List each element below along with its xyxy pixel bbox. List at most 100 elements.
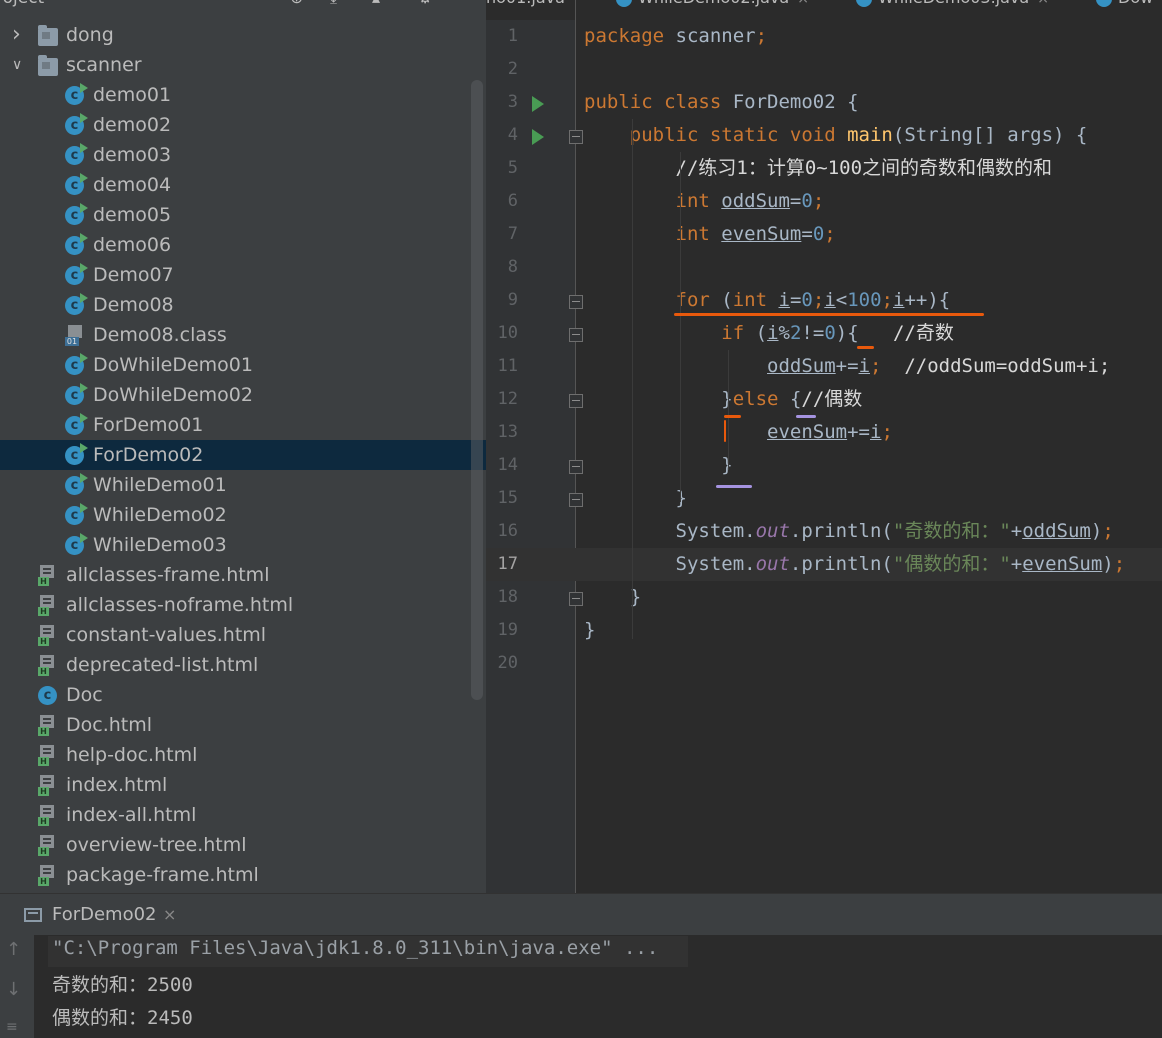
tree-item[interactable]: c WhileDemo01 xyxy=(0,470,486,500)
tree-item[interactable]: c demo05 xyxy=(0,200,486,230)
tree-item[interactable]: c demo04 xyxy=(0,170,486,200)
line-number: 5 xyxy=(507,158,518,178)
tree-item[interactable]: c demo02 xyxy=(0,110,486,140)
fold-icon[interactable] xyxy=(569,394,583,408)
expand-icon[interactable]: ▴ xyxy=(372,0,380,7)
code-line[interactable]: 19} xyxy=(486,614,1162,647)
code-token: } xyxy=(675,487,687,509)
tree-item[interactable]: Hoverview-tree.html xyxy=(0,830,486,860)
html-file-icon: H xyxy=(38,775,58,796)
code-token: "偶数的和：" xyxy=(892,553,1011,575)
tree-item[interactable]: c DoWhileDemo01 xyxy=(0,350,486,380)
run-gutter-icon[interactable] xyxy=(532,96,544,112)
code-line[interactable]: 10 if (i%2!=0){ //奇数 xyxy=(486,317,1162,350)
tree-item[interactable]: Hconstant-values.html xyxy=(0,620,486,650)
code-line[interactable]: 7 int evenSum=0; xyxy=(486,218,1162,251)
console-output[interactable]: "C:\Program Files\Java\jdk1.8.0_311\bin\… xyxy=(34,935,1162,1038)
fold-icon[interactable] xyxy=(569,592,583,606)
tree-item[interactable]: c Demo07 xyxy=(0,260,486,290)
code-line[interactable]: 5 //练习1：计算0~100之间的奇数和偶数的和 xyxy=(486,152,1162,185)
run-tab-label[interactable]: ForDemo02 xyxy=(52,904,157,925)
console-command: "C:\Program Files\Java\jdk1.8.0_311\bin\… xyxy=(52,937,659,959)
tree-item[interactable]: Hindex.html xyxy=(0,770,486,800)
code-line[interactable]: 2 xyxy=(486,53,1162,86)
code-token: ) xyxy=(1090,520,1103,542)
collapse-all-icon[interactable]: ⤓ xyxy=(330,0,337,8)
code-token: out xyxy=(755,520,790,542)
tree-item[interactable]: c WhileDemo03 xyxy=(0,530,486,560)
code-area[interactable]: 1 package scanner; 2 3 public class ForDemo0… xyxy=(486,20,1162,680)
tree-item[interactable]: Hdeprecated-list.html xyxy=(0,650,486,680)
run-gutter-icon[interactable] xyxy=(532,129,544,145)
close-icon[interactable]: × xyxy=(797,0,809,7)
tree-item[interactable]: c demo01 xyxy=(0,80,486,110)
tree-item[interactable]: Hpackage-frame.html xyxy=(0,860,486,890)
arrow-up-icon[interactable]: ↑ xyxy=(6,939,21,960)
tree-item[interactable]: 01 Demo08.class xyxy=(0,320,486,350)
project-scrollbar[interactable] xyxy=(471,80,483,700)
tree-item[interactable]: ∨ scanner xyxy=(0,50,486,80)
code-token: //奇数 xyxy=(892,322,954,344)
code-line[interactable]: 12 }else {//偶数 xyxy=(486,383,1162,416)
project-title: roject xyxy=(0,0,44,8)
tree-item[interactable]: c ForDemo02 xyxy=(0,440,486,470)
java-class-icon: c xyxy=(65,533,88,555)
code-token: += xyxy=(847,421,870,443)
code-text: if (i%2!=0){ //奇数 xyxy=(584,317,954,350)
fold-icon[interactable] xyxy=(569,328,583,342)
code-line[interactable]: 20 xyxy=(486,647,1162,680)
java-class-icon: c xyxy=(65,293,88,315)
code-line[interactable]: 16 System.out.println("奇数的和："+oddSum); xyxy=(486,515,1162,548)
fold-icon[interactable] xyxy=(569,295,583,309)
tree-item[interactable]: Hallclasses-frame.html xyxy=(0,560,486,590)
chevron-right-icon[interactable]: › xyxy=(12,20,26,50)
code-token: else xyxy=(732,388,790,410)
code-token: 0 xyxy=(801,190,813,212)
editor-tab[interactable]: no01.java xyxy=(486,0,565,7)
code-line[interactable]: 11 oddSum+=i; //oddSum=oddSum+i; xyxy=(486,350,1162,383)
code-line[interactable]: 8 xyxy=(486,251,1162,284)
tree-item[interactable]: Hhelp-doc.html xyxy=(0,740,486,770)
code-line[interactable]: 6 int oddSum=0; xyxy=(486,185,1162,218)
editor-tab[interactable]: WhileDemo02.java × xyxy=(616,0,809,7)
tree-item[interactable]: c demo06 xyxy=(0,230,486,260)
code-token: i xyxy=(778,289,790,311)
code-line[interactable]: 18 } xyxy=(486,581,1162,614)
code-token: 0 xyxy=(801,289,813,311)
tree-item[interactable]: c Doc xyxy=(0,680,486,710)
editor-tab[interactable]: WhileDemo03.java × xyxy=(856,0,1049,7)
tree-item[interactable]: c WhileDemo02 xyxy=(0,500,486,530)
tree-item[interactable]: H Doc.html xyxy=(0,710,486,740)
tree-item-label: Demo08.class xyxy=(93,324,227,346)
tree-item[interactable]: › dong xyxy=(0,20,486,50)
tree-item[interactable]: c ForDemo01 xyxy=(0,410,486,440)
folder-icon xyxy=(38,25,58,46)
tree-item[interactable]: Hindex-all.html xyxy=(0,800,486,830)
editor-tab[interactable]: Dow xyxy=(1096,0,1153,7)
code-line[interactable]: 14 } xyxy=(486,449,1162,482)
tree-item[interactable]: c Demo08 xyxy=(0,290,486,320)
close-icon[interactable]: × xyxy=(163,905,176,924)
locate-icon[interactable]: ⊕ xyxy=(290,0,303,7)
tree-item-label: overview-tree.html xyxy=(66,834,247,856)
fold-icon[interactable] xyxy=(569,130,583,144)
code-line[interactable]: 1 package scanner; xyxy=(486,20,1162,53)
tree-item[interactable]: c demo03 xyxy=(0,140,486,170)
code-line[interactable]: 3 public class ForDemo02 { xyxy=(486,86,1162,119)
close-icon[interactable]: × xyxy=(1037,0,1049,7)
code-line[interactable]: 17 System.out.println("偶数的和："+evenSum); xyxy=(486,548,1162,581)
code-token: i xyxy=(870,421,882,443)
arrow-down-icon[interactable]: ↓ xyxy=(6,979,21,1000)
tree-item[interactable]: Hallclasses-noframe.html xyxy=(0,590,486,620)
java-class-icon xyxy=(1096,0,1112,7)
wrap-icon[interactable]: ≡ xyxy=(6,1019,18,1035)
code-line[interactable]: 4 public static void main(String[] args)… xyxy=(486,119,1162,152)
tree-item[interactable]: c DoWhileDemo02 xyxy=(0,380,486,410)
fold-icon[interactable] xyxy=(569,460,583,474)
chevron-down-icon[interactable]: ∨ xyxy=(12,50,26,80)
code-line[interactable]: 13 evenSum+=i; xyxy=(486,416,1162,449)
code-line[interactable]: 15 } xyxy=(486,482,1162,515)
code-token: < xyxy=(835,289,848,311)
gear-icon[interactable]: ⚙ xyxy=(418,0,432,7)
fold-icon[interactable] xyxy=(569,493,583,507)
